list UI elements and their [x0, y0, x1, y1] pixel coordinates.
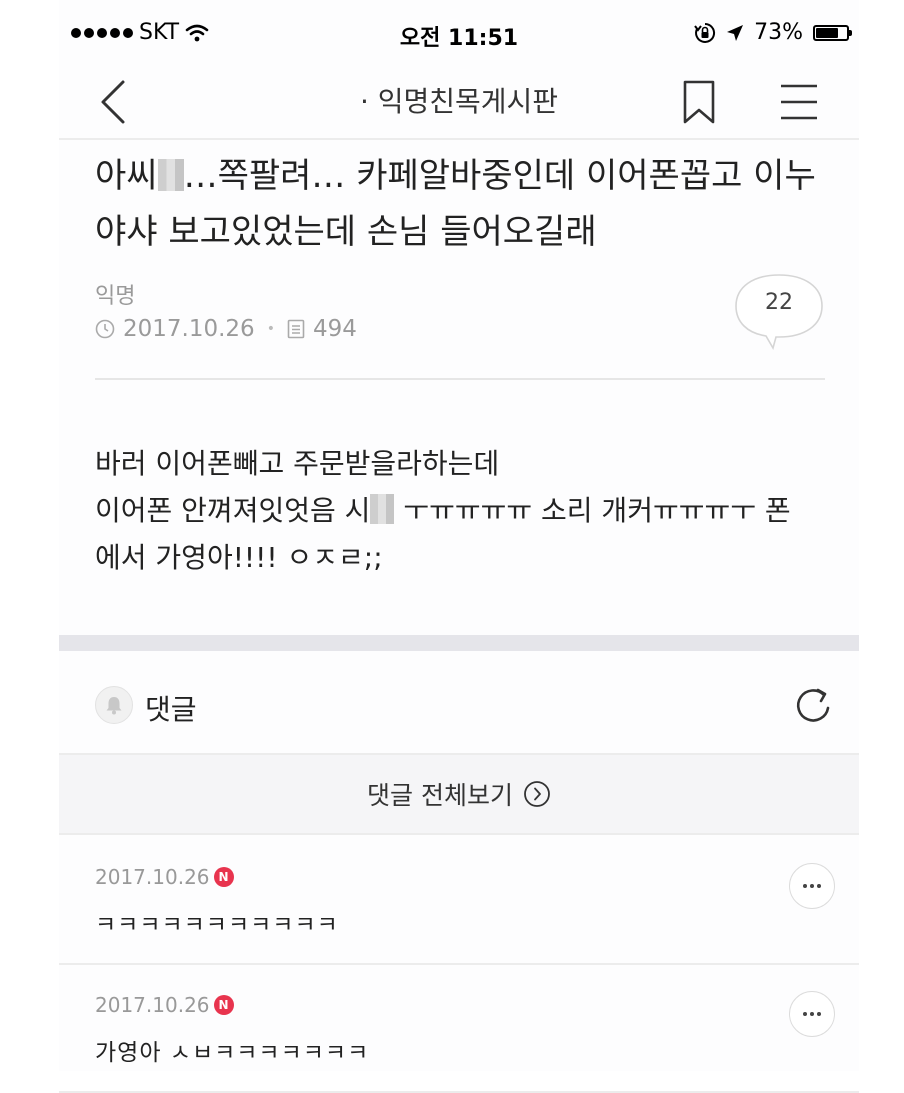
comment-count: 22 [765, 290, 793, 315]
comments-label: 댓글 [145, 693, 197, 726]
menu-button[interactable] [777, 74, 821, 130]
status-right: 73% [694, 20, 852, 45]
orientation-lock-icon [694, 22, 716, 43]
chevron-right-circle-icon [524, 781, 550, 807]
comment-text: ㅋㅋㅋㅋㅋㅋㅋㅋㅋㅋㅋ [95, 912, 339, 938]
clock-icon [95, 319, 115, 339]
censor-blur [370, 494, 395, 524]
refresh-icon[interactable] [791, 684, 835, 728]
more-options-button[interactable] [789, 863, 835, 909]
board-title: · 익명친목게시판 [359, 85, 559, 118]
body-line: 바러 이어폰빼고 주문받을라하는데 [95, 447, 500, 480]
body-line-part2: ㅜㅠㅠㅠㅠ 소리 개커ㅠㅠㅠㅜ 폰 [394, 494, 791, 527]
view-all-label: 댓글 전체보기 [367, 781, 513, 810]
post-title: 아씨 …쪽팔려… 카페알바중인데 이어폰꼽고 이누야샤 보고있었는데 손님 들어오… [95, 148, 835, 260]
comment-item: 2017.10.26 N 가영아 ㅅㅂㅋㅋㅋㅋㅋㅋㅋ [59, 963, 859, 1093]
view-all-comments-button[interactable]: 댓글 전체보기 [59, 755, 859, 835]
bell-icon[interactable] [95, 686, 133, 724]
location-arrow-icon [727, 24, 744, 41]
battery-icon [813, 24, 852, 41]
body-line-part1: 이어폰 안껴져잇엇음 시 [95, 494, 371, 527]
comment-meta: 2017.10.26 N [95, 865, 234, 889]
app-screen: SKT 오전 11:51 73% · 익명친목게시판 아씨 …쪽팔려… 카페알바… [59, 0, 859, 1093]
post-author: 익명 [95, 284, 136, 309]
comment-date: 2017.10.26 [95, 993, 210, 1017]
status-bar: SKT 오전 11:51 73% [59, 0, 859, 66]
new-badge: N [213, 995, 234, 1015]
comment-text: 가영아 ㅅㅂㅋㅋㅋㅋㅋㅋㅋ [95, 1040, 370, 1066]
body-line: 이어폰 안껴져잇엇음 시 ㅜㅠㅠㅠㅠ 소리 개커ㅠㅠㅠㅜ 폰 [95, 487, 835, 534]
meta-separator: • [266, 321, 275, 337]
nav-bar: · 익명친목게시판 [59, 66, 859, 140]
divider [95, 378, 825, 380]
post-title-part2: …쪽팔려… 카페알바중인데 이어폰꼽고 이누야샤 보고있었는데 손님 들어오길래 [95, 156, 816, 252]
post-date: 2017.10.26 [123, 316, 255, 342]
section-separator [59, 635, 859, 651]
new-badge: N [213, 867, 234, 887]
bookmark-icon [683, 80, 715, 124]
battery-percent: 73% [754, 20, 803, 45]
censor-blur [157, 159, 184, 191]
battery-fill [816, 27, 838, 38]
post-meta: 2017.10.26 • 494 [95, 316, 357, 342]
comment-date: 2017.10.26 [95, 865, 210, 889]
post-title-part1: 아씨 [95, 156, 158, 196]
bookmark-button[interactable] [679, 74, 719, 130]
more-options-button[interactable] [789, 991, 835, 1037]
comment-item: 2017.10.26 N ㅋㅋㅋㅋㅋㅋㅋㅋㅋㅋㅋ [59, 835, 859, 965]
bell-glyph [106, 697, 122, 715]
comment-meta: 2017.10.26 N [95, 993, 234, 1017]
post-views: 494 [312, 316, 357, 342]
body-line: 에서 가영아!!!! ㅇㅈㄹ;; [95, 541, 383, 574]
post-body: 바러 이어폰빼고 주문받을라하는데 이어폰 안껴져잇엇음 시 ㅜㅠㅠㅠㅠ 소리 … [95, 440, 835, 581]
hamburger-menu-icon [781, 84, 817, 120]
document-icon [287, 319, 305, 339]
